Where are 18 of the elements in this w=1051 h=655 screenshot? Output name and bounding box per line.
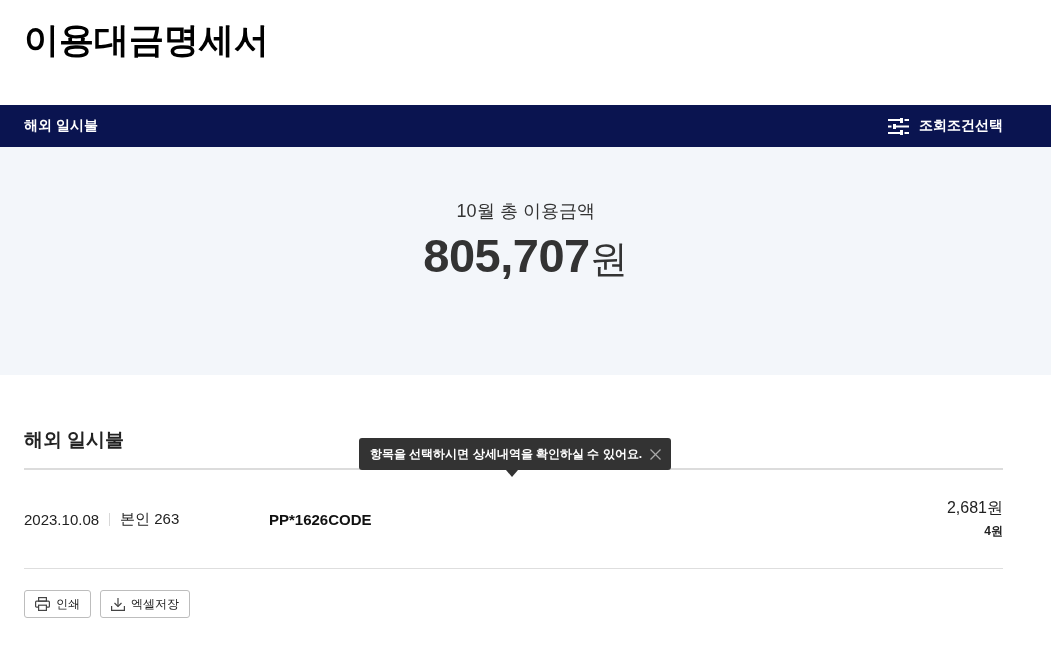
- tooltip-text: 항목을 선택하시면 상세내역을 확인하실 수 있어요.: [370, 445, 642, 463]
- excel-download-button[interactable]: 엑셀저장: [100, 590, 190, 618]
- section-title: 해외 일시불: [24, 428, 125, 452]
- download-icon: [111, 597, 125, 611]
- filter-button[interactable]: 조회조건선택: [888, 117, 1003, 135]
- transaction-amount: 2,681원: [946, 498, 1003, 518]
- page-title: 이용대금명세서: [24, 19, 269, 61]
- total-amount: 805,707원: [423, 228, 628, 284]
- merchant-name: PP*1626CODE: [269, 510, 372, 528]
- summary-label: 10월 총 이용금액: [456, 200, 595, 222]
- category-label: 해외 일시불: [24, 117, 98, 135]
- close-icon[interactable]: [650, 448, 661, 460]
- printer-icon: [35, 597, 50, 611]
- print-button[interactable]: 인쇄: [24, 590, 91, 618]
- transaction-date: 2023.10.08: [24, 510, 100, 528]
- sliders-icon: [888, 117, 909, 135]
- card-label: 본인 263: [120, 509, 180, 529]
- fee-amount: 4원: [984, 523, 1003, 540]
